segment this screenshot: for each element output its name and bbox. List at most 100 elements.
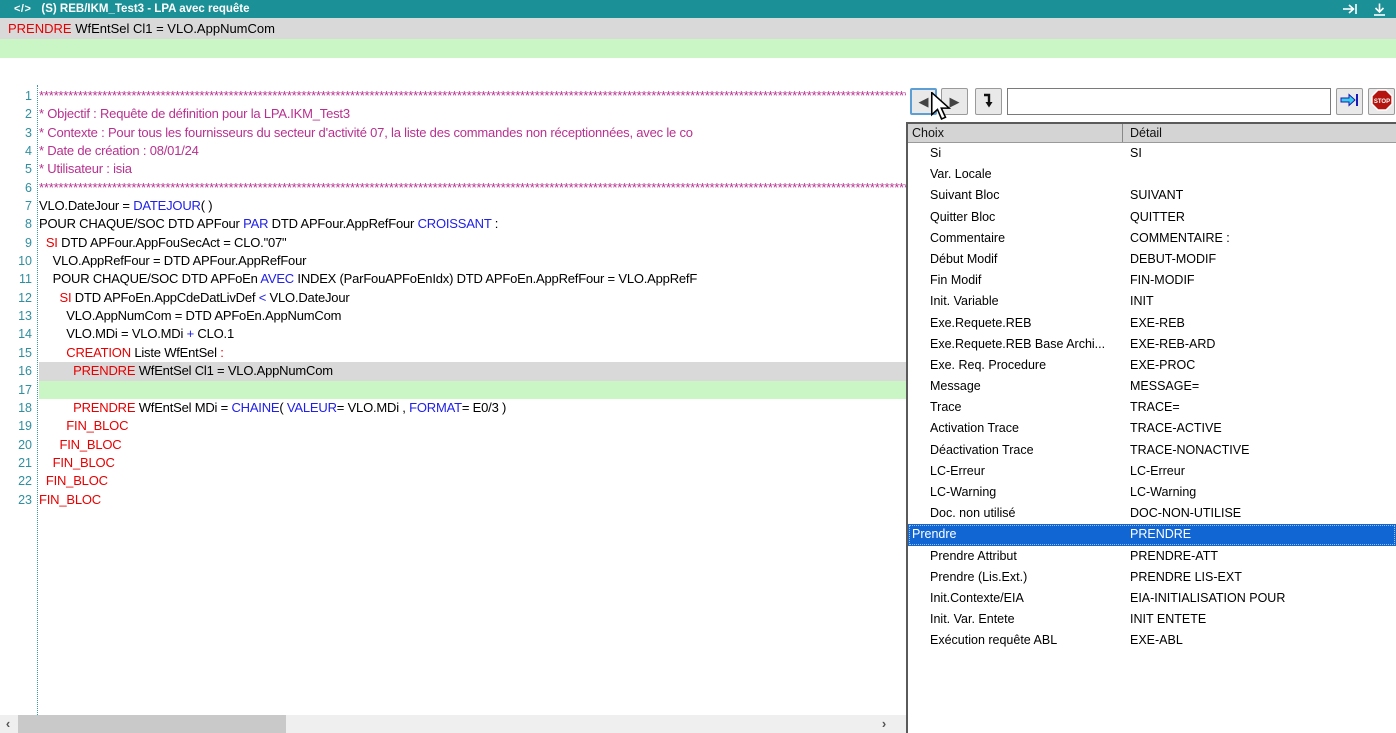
choice-row[interactable]: Doc. non utiliséDOC-NON-UTILISE bbox=[908, 503, 1396, 524]
code-line-19[interactable]: FIN_BLOC bbox=[39, 417, 906, 435]
code-line-17[interactable] bbox=[39, 381, 906, 399]
choices-panel: Choix Détail SiSIVar. LocaleSuivant Bloc… bbox=[906, 122, 1396, 733]
choice-label: Var. Locale bbox=[908, 164, 1123, 185]
code-line-23[interactable]: FIN_BLOC bbox=[39, 491, 906, 509]
choice-row[interactable]: Exe. Req. ProcedureEXE-PROC bbox=[908, 355, 1396, 376]
line-number: 18 bbox=[0, 399, 37, 417]
choice-detail: DEBUT-MODIF bbox=[1123, 249, 1396, 270]
choice-row[interactable]: Prendre AttributPRENDRE-ATT bbox=[908, 546, 1396, 567]
code-line-6[interactable]: ****************************************… bbox=[39, 179, 906, 197]
code-line-13[interactable]: VLO.AppNumCom = DTD APFoEn.AppNumCom bbox=[39, 307, 906, 325]
line-number: 4 bbox=[0, 142, 37, 160]
svg-text:STOP: STOP bbox=[1373, 99, 1389, 105]
code-line-20[interactable]: FIN_BLOC bbox=[39, 436, 906, 454]
choice-label: Activation Trace bbox=[908, 418, 1123, 439]
code-line-14[interactable]: VLO.MDi = VLO.MDi + CLO.1 bbox=[39, 325, 906, 343]
code-editor[interactable]: 1234567891011121314151617181920212223 **… bbox=[0, 85, 906, 715]
code-line-3[interactable]: * Contexte : Pour tous les fournisseurs … bbox=[39, 124, 906, 142]
code-line-9[interactable]: SI DTD APFour.AppFouSecAct = CLO."07" bbox=[39, 234, 906, 252]
scroll-right-arrow[interactable]: › bbox=[876, 715, 892, 733]
line-number: 5 bbox=[0, 160, 37, 178]
choice-detail: LC-Warning bbox=[1123, 482, 1396, 503]
code-line-22[interactable]: FIN_BLOC bbox=[39, 472, 906, 490]
choice-row[interactable]: Exécution requête ABLEXE-ABL bbox=[908, 630, 1396, 651]
choice-detail bbox=[1123, 164, 1396, 185]
choice-label: Trace bbox=[908, 397, 1123, 418]
choice-row[interactable]: Suivant BlocSUIVANT bbox=[908, 185, 1396, 206]
choice-detail: FIN-MODIF bbox=[1123, 270, 1396, 291]
choice-detail: INIT bbox=[1123, 291, 1396, 312]
code-line-11[interactable]: POUR CHAQUE/SOC DTD APFoEn AVEC INDEX (P… bbox=[39, 270, 906, 288]
line-number: 3 bbox=[0, 124, 37, 142]
choice-row[interactable]: Activation TraceTRACE-ACTIVE bbox=[908, 418, 1396, 439]
column-header-detail[interactable]: Détail bbox=[1123, 124, 1396, 142]
choice-label: Suivant Bloc bbox=[908, 185, 1123, 206]
window-title: (S) REB/IKM_Test3 - LPA avec requête bbox=[41, 3, 249, 15]
next-choice-button[interactable]: ▶ bbox=[941, 88, 968, 115]
code-line-1[interactable]: ****************************************… bbox=[39, 87, 906, 105]
insert-statement-button[interactable] bbox=[975, 88, 1002, 115]
line-number: 6 bbox=[0, 179, 37, 197]
arrow-to-bar-blue-icon bbox=[1340, 93, 1359, 110]
code-line-15[interactable]: CREATION Liste WfEntSel : bbox=[39, 344, 906, 362]
code-line-10[interactable]: VLO.AppRefFour = DTD APFour.AppRefFour bbox=[39, 252, 906, 270]
choice-label: Si bbox=[908, 143, 1123, 164]
arrow-to-bar-icon[interactable] bbox=[1342, 3, 1359, 15]
line-number: 21 bbox=[0, 454, 37, 472]
choice-detail: QUITTER bbox=[1123, 207, 1396, 228]
horizontal-scrollbar[interactable]: ‹ › bbox=[0, 715, 906, 733]
line-number: 14 bbox=[0, 325, 37, 343]
choice-row[interactable]: Début ModifDEBUT-MODIF bbox=[908, 249, 1396, 270]
choice-row[interactable]: SiSI bbox=[908, 143, 1396, 164]
line-number: 17 bbox=[0, 381, 37, 399]
choice-row[interactable]: LC-WarningLC-Warning bbox=[908, 482, 1396, 503]
line-number: 8 bbox=[0, 215, 37, 233]
command-input[interactable] bbox=[1007, 88, 1331, 115]
stop-button[interactable]: STOP bbox=[1368, 88, 1395, 115]
line-number: 22 bbox=[0, 472, 37, 490]
choice-detail: SI bbox=[1123, 143, 1396, 164]
choice-row[interactable]: Prendre (Lis.Ext.)PRENDRE LIS-EXT bbox=[908, 567, 1396, 588]
scroll-left-arrow[interactable]: ‹ bbox=[0, 715, 16, 733]
line-number: 16 bbox=[0, 362, 37, 380]
code-line-5[interactable]: * Utilisateur : isia bbox=[39, 160, 906, 178]
code-line-18[interactable]: PRENDRE WfEntSel MDi = CHAINE( VALEUR= V… bbox=[39, 399, 906, 417]
code-line-7[interactable]: VLO.DateJour = DATEJOUR( ) bbox=[39, 197, 906, 215]
statement-rest: WfEntSel Cl1 = VLO.AppNumCom bbox=[72, 21, 275, 36]
choices-table-header: Choix Détail bbox=[908, 124, 1396, 143]
choice-row[interactable]: Exe.Requete.REB Base Archi...EXE-REB-ARD bbox=[908, 334, 1396, 355]
choice-row[interactable]: MessageMESSAGE= bbox=[908, 376, 1396, 397]
code-line-12[interactable]: SI DTD APFoEn.AppCdeDatLivDef < VLO.Date… bbox=[39, 289, 906, 307]
download-arrow-icon[interactable] bbox=[1373, 3, 1386, 16]
code-line-4[interactable]: * Date de création : 08/01/24 bbox=[39, 142, 906, 160]
choice-row[interactable]: Fin ModifFIN-MODIF bbox=[908, 270, 1396, 291]
choice-row[interactable]: Quitter BlocQUITTER bbox=[908, 207, 1396, 228]
choice-row[interactable]: Var. Locale bbox=[908, 164, 1396, 185]
choice-row[interactable]: Déactivation TraceTRACE-NONACTIVE bbox=[908, 440, 1396, 461]
code-line-8[interactable]: POUR CHAQUE/SOC DTD APFour PAR DTD APFou… bbox=[39, 215, 906, 233]
choice-row[interactable]: PrendrePRENDRE bbox=[908, 524, 1396, 545]
choice-detail: PRENDRE bbox=[1123, 524, 1396, 545]
code-line-21[interactable]: FIN_BLOC bbox=[39, 454, 906, 472]
code-line-16[interactable]: PRENDRE WfEntSel Cl1 = VLO.AppNumCom bbox=[39, 362, 906, 380]
choice-row[interactable]: Exe.Requete.REBEXE-REB bbox=[908, 313, 1396, 334]
column-header-choix[interactable]: Choix bbox=[908, 124, 1123, 142]
choice-detail: EXE-ABL bbox=[1123, 630, 1396, 651]
insert-point-bar bbox=[0, 39, 1396, 58]
choice-row[interactable]: Init. Var. EnteteINIT ENTETE bbox=[908, 609, 1396, 630]
choice-row[interactable]: CommentaireCOMMENTAIRE : bbox=[908, 228, 1396, 249]
choice-label: Quitter Bloc bbox=[908, 207, 1123, 228]
choice-row[interactable]: Init. VariableINIT bbox=[908, 291, 1396, 312]
stop-sign-icon: STOP bbox=[1371, 89, 1393, 114]
line-number: 9 bbox=[0, 234, 37, 252]
previous-choice-button[interactable]: ◀ bbox=[910, 88, 937, 115]
scrollbar-thumb[interactable] bbox=[18, 715, 286, 733]
line-number: 20 bbox=[0, 436, 37, 454]
choice-row[interactable]: Init.Contexte/EIAEIA-INITIALISATION POUR bbox=[908, 588, 1396, 609]
choice-label: Exe.Requete.REB Base Archi... bbox=[908, 334, 1123, 355]
choice-label: Exe. Req. Procedure bbox=[908, 355, 1123, 376]
code-line-2[interactable]: * Objectif : Requête de définition pour … bbox=[39, 105, 906, 123]
choice-row[interactable]: LC-ErreurLC-Erreur bbox=[908, 461, 1396, 482]
execute-button[interactable] bbox=[1336, 88, 1363, 115]
choice-row[interactable]: TraceTRACE= bbox=[908, 397, 1396, 418]
